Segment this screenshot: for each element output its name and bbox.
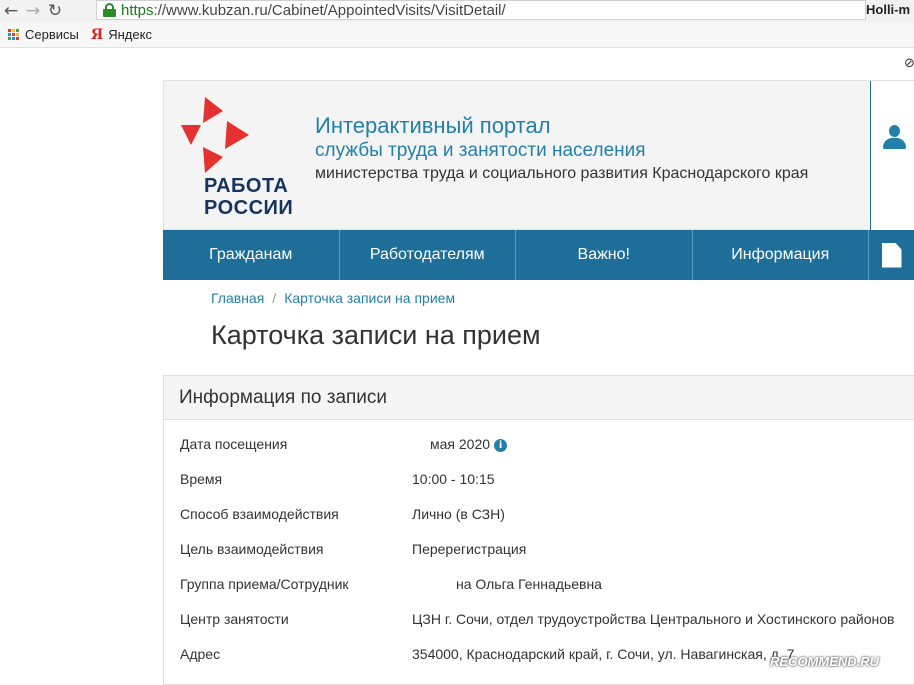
appointment-info-panel: Информация по записи Дата посещения мая … <box>163 375 914 685</box>
apps-grid-icon <box>8 28 20 41</box>
info-label: Адрес <box>180 646 221 662</box>
site-header-frame: РАБОТА РОССИИ Интерактивный портал служб… <box>163 80 914 280</box>
bookmark-services[interactable]: Сервисы <box>8 27 79 42</box>
info-value: ЦЗН г. Сочи, отдел трудоустройства Центр… <box>412 611 895 627</box>
info-label: Центр занятости <box>180 611 289 627</box>
address-bar[interactable]: https ://www.kubzan.ru/Cabinet/Appointed… <box>96 0 866 20</box>
nav-citizens[interactable]: Гражданам <box>163 230 340 280</box>
url-path: ://www.kubzan.ru/Cabinet/AppointedVisits… <box>153 1 506 19</box>
logo-text[interactable]: РАБОТА РОССИИ <box>204 175 293 219</box>
info-row-purpose: Цель взаимодействия Перерегистрация <box>164 541 914 576</box>
back-arrow-icon[interactable]: ← <box>0 0 22 22</box>
info-value: 354000, Краснодарский край, г. Сочи, ул.… <box>412 646 795 662</box>
logo-line-2: РОССИИ <box>204 197 294 219</box>
bookmark-yandex[interactable]: Я Яндекс <box>91 27 152 43</box>
page-title: Карточка записи на прием <box>211 320 541 350</box>
info-value: Лично (в СЗН) <box>412 506 505 522</box>
bookmarks-bar: Сервисы Я Яндекс <box>0 22 914 48</box>
nav-important[interactable]: Важно! <box>516 230 693 280</box>
info-row-date: Дата посещения мая 2020 i <box>164 436 914 471</box>
info-value: на Ольга Геннадьевна <box>412 576 602 593</box>
main-nav: Гражданам Работодателям Важно! Информаци… <box>163 230 914 280</box>
portal-subtitle: службы труда и занятости населения <box>315 140 646 161</box>
info-value: мая 2020 i <box>412 436 508 453</box>
logo-line-1: РАБОТА <box>204 175 289 197</box>
document-icon <box>881 242 902 268</box>
breadcrumb: Главная / Карточка записи на прием <box>211 290 455 306</box>
info-row-method: Способ взаимодействия Лично (в СЗН) <box>164 506 914 541</box>
breadcrumb-current[interactable]: Карточка записи на прием <box>284 290 455 306</box>
info-row-time: Время 10:00 - 10:15 <box>164 471 914 506</box>
bookmark-yandex-label: Яндекс <box>108 27 152 42</box>
site-header: РАБОТА РОССИИ Интерактивный портал служб… <box>163 80 914 231</box>
info-value: Перерегистрация <box>412 541 527 557</box>
info-panel-header: Информация по записи <box>164 376 914 420</box>
staff-name-value: на Ольга Геннадьевна <box>456 576 602 592</box>
watermark: RECOMMEND.RU <box>770 654 880 669</box>
profile-name[interactable]: Holli-m <box>866 2 910 17</box>
nav-employers[interactable]: Работодателям <box>340 230 516 280</box>
lock-icon <box>103 3 116 17</box>
portal-title: Интерактивный портал <box>315 113 551 138</box>
nav-document[interactable] <box>869 230 914 280</box>
rabota-rossii-logo-icon[interactable] <box>179 95 259 173</box>
user-panel[interactable] <box>870 81 914 231</box>
url-scheme: https <box>121 1 154 19</box>
info-label: Группа приема/Сотрудник <box>180 576 349 592</box>
user-icon[interactable] <box>881 125 907 151</box>
info-label: Дата посещения <box>180 436 288 452</box>
breadcrumb-separator: / <box>272 290 277 306</box>
cursor-icon: ⊘ <box>904 56 914 71</box>
reload-icon[interactable]: ↻ <box>44 0 66 22</box>
visit-date-value: мая 2020 <box>430 436 491 452</box>
info-row-staff: Группа приема/Сотрудник на Ольга Геннадь… <box>164 576 914 611</box>
breadcrumb-home[interactable]: Главная <box>211 290 264 306</box>
bookmark-services-label: Сервисы <box>25 27 79 42</box>
nav-information[interactable]: Информация <box>693 230 869 280</box>
forward-arrow-icon[interactable]: → <box>22 0 44 22</box>
yandex-icon: Я <box>90 26 104 43</box>
info-label: Время <box>180 471 223 487</box>
info-label: Цель взаимодействия <box>180 541 324 557</box>
portal-ministry: министерства труда и социального развити… <box>315 165 809 182</box>
info-icon[interactable]: i <box>494 439 508 452</box>
info-value: 10:00 - 10:15 <box>412 471 495 487</box>
info-label: Способ взаимодействия <box>180 506 339 522</box>
info-row-center: Центр занятости ЦЗН г. Сочи, отдел трудо… <box>164 611 914 646</box>
